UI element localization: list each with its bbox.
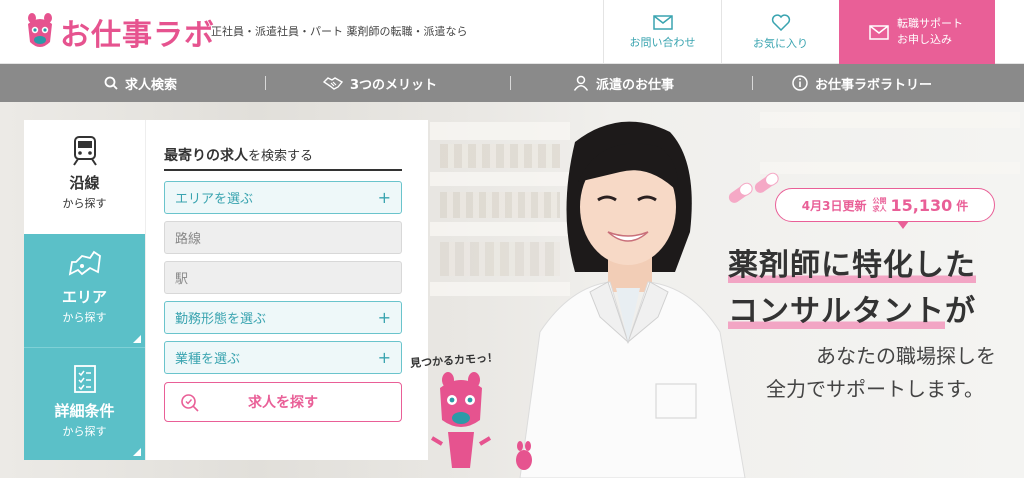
industry-select-label: 業種を選ぶ	[175, 352, 241, 367]
title-underline	[164, 169, 402, 171]
favorites-button[interactable]: お気に入り	[721, 0, 839, 64]
logo-text: お仕事ラボ	[60, 18, 215, 53]
nav-item-merits[interactable]: 3つのメリット	[323, 64, 437, 102]
search-icon	[181, 394, 199, 412]
nav-item-job-search[interactable]: 求人検索	[104, 64, 177, 102]
industry-select[interactable]: 業種を選ぶ +	[164, 341, 402, 374]
tab-search-by-area[interactable]: エリア から探す	[24, 234, 145, 347]
area-select[interactable]: エリアを選ぶ +	[164, 181, 402, 214]
area-select-label: エリアを選ぶ	[175, 192, 254, 207]
subheadline-line1: あなたの職場探しを	[816, 344, 996, 368]
nav-label: 3つのメリット	[350, 77, 438, 93]
site-header: お仕事ラボ 正社員・派遣社員・パート 薬剤師の転職・派遣なら お問い合わせ お気…	[0, 0, 1024, 64]
nav-divider	[265, 76, 266, 90]
tab-main-label: エリア	[61, 288, 107, 306]
header-tagline: 正社員・派遣社員・パート 薬剤師の転職・派遣なら	[211, 25, 468, 38]
tab-sub-label: から探す	[62, 425, 107, 438]
background-shelf	[760, 162, 1020, 174]
job-search-panel: 沿線 から探す エリア から探す 詳細条件 から探す 最寄りの求人を検索する エ…	[24, 120, 428, 460]
nav-divider	[510, 76, 511, 90]
headline-line1-text: 薬剤師に特化した	[728, 248, 976, 283]
corner-triangle-icon	[133, 335, 141, 343]
checklist-icon	[73, 365, 96, 393]
nav-item-laboratory[interactable]: お仕事ラボラトリー	[792, 64, 932, 102]
update-date: 4月3日更新	[801, 198, 867, 213]
panel-divider	[145, 120, 146, 460]
contact-button[interactable]: お問い合わせ	[603, 0, 721, 64]
job-count-badge: 4月3日更新 公開 求人 15,130 件	[775, 188, 995, 222]
subheadline-line2: 全力でサポートします。	[766, 377, 984, 401]
job-search-button[interactable]: 求人を探す	[164, 382, 402, 422]
favorites-label: お気に入り	[753, 36, 808, 50]
pills-icon	[728, 172, 779, 203]
nav-label: 派遣のお仕事	[596, 77, 675, 93]
employment-select-label: 勤務形態を選ぶ	[175, 312, 267, 327]
background-shelf	[760, 112, 1020, 128]
contact-label: お問い合わせ	[629, 35, 696, 49]
tab-search-by-details[interactable]: 詳細条件 から探す	[24, 347, 145, 460]
tab-main-label: 詳細条件	[54, 402, 115, 420]
main-navigation: 求人検索 3つのメリット 派遣のお仕事 お仕事ラボラトリー	[0, 64, 1024, 102]
public-label-line2: 求人	[872, 205, 887, 213]
station-select-label: 駅	[175, 272, 189, 287]
site-logo[interactable]: お仕事ラボ	[22, 10, 215, 54]
search-panel-title: 最寄りの求人を検索する	[164, 145, 313, 165]
headline-line2-rest: が	[945, 294, 976, 329]
nav-item-dispatch-jobs[interactable]: 派遣のお仕事	[573, 64, 674, 102]
public-jobs-label: 公開 求人	[872, 197, 886, 213]
line-select-label: 路線	[175, 232, 202, 247]
plus-icon: +	[377, 308, 391, 327]
job-count: 15,130	[890, 195, 953, 215]
nav-label: 求人検索	[125, 77, 178, 93]
mail-icon	[869, 24, 889, 40]
headline-line1: 薬剤師に特化した	[728, 240, 976, 284]
map-icon	[68, 250, 101, 276]
public-label-line1: 公開	[872, 197, 887, 205]
tab-sub-label: から探す	[62, 197, 107, 210]
headline-line2: コンサルタントが	[728, 286, 976, 330]
giraffe-logo-icon	[28, 13, 52, 47]
plus-icon: +	[377, 348, 391, 367]
info-icon	[792, 75, 808, 91]
heart-icon	[771, 13, 790, 31]
search-button-label: 求人を探す	[248, 395, 318, 411]
corner-triangle-icon	[133, 448, 141, 456]
line-select[interactable]: 路線	[164, 221, 402, 254]
giraffe-mascot-icon	[430, 372, 532, 470]
mail-icon	[652, 14, 673, 30]
title-bold: 最寄りの求人	[164, 148, 248, 164]
career-support-line1: 転職サポート	[897, 17, 963, 30]
career-support-line2: お申し込み	[897, 33, 952, 46]
nav-divider	[752, 76, 753, 90]
employment-type-select[interactable]: 勤務形態を選ぶ +	[164, 301, 402, 334]
headline-highlight: コンサルタント	[728, 294, 945, 329]
job-count-unit: 件	[956, 198, 969, 213]
plus-icon: +	[377, 188, 391, 207]
tab-main-label: 沿線	[69, 174, 100, 192]
tab-search-by-line[interactable]: 沿線 から探す	[24, 120, 145, 234]
career-support-text: 転職サポート お申し込み	[897, 16, 963, 48]
train-icon	[72, 136, 97, 166]
badge-tail	[897, 221, 909, 229]
person-icon	[573, 75, 589, 91]
title-rest: を検索する	[248, 149, 314, 164]
tab-sub-label: から探す	[62, 311, 107, 324]
station-select[interactable]: 駅	[164, 261, 402, 294]
handshake-icon	[323, 77, 343, 90]
search-icon	[104, 76, 118, 90]
nav-label: お仕事ラボラトリー	[815, 77, 933, 93]
career-support-button[interactable]: 転職サポート お申し込み	[839, 0, 995, 64]
